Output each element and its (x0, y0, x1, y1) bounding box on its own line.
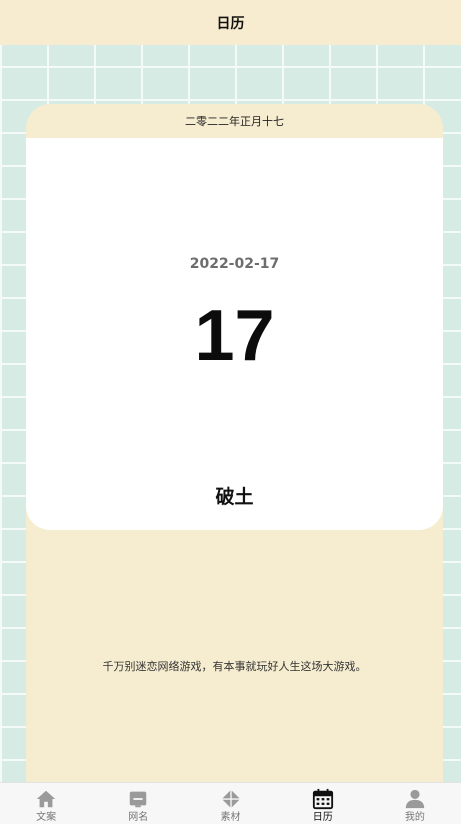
tab-wode[interactable]: 我的 (369, 783, 461, 824)
id-card-icon (130, 791, 147, 808)
calendar-card: 2022-02-17 17 破土 (26, 138, 443, 530)
page-title: 日历 (216, 15, 245, 32)
tab-wenan[interactable]: 文案 (0, 783, 92, 824)
app-header: 日历 (0, 0, 461, 45)
tab-label: 网名 (128, 812, 149, 823)
lunar-date: 二零二二年正月十七 (185, 115, 284, 128)
calendar-icon (312, 788, 333, 810)
tab-label: 日历 (312, 812, 333, 823)
home-icon (36, 790, 56, 808)
tab-label: 素材 (220, 812, 241, 823)
gregorian-date: 2022-02-17 (189, 256, 280, 272)
bottom-tab-bar: 文案 网名 素材 日历 我的 (0, 782, 461, 824)
day-number: 17 (194, 296, 275, 376)
tab-label: 文案 (36, 812, 57, 823)
daily-auspicious-term: 破土 (215, 486, 254, 508)
user-icon (405, 789, 425, 809)
tab-sucai[interactable]: 素材 (184, 783, 276, 824)
tab-label: 我的 (404, 812, 425, 823)
tab-wangming[interactable]: 网名 (92, 783, 184, 824)
diamond-icon (221, 789, 240, 809)
tab-rili[interactable]: 日历 (277, 783, 369, 824)
calendar-panel: 二零二二年正月十七 2022-02-17 17 破土 千万别迷恋网络游戏，有本事… (26, 104, 443, 784)
daily-quote: 千万别迷恋网络游戏，有本事就玩好人生这场大游戏。 (102, 660, 367, 673)
